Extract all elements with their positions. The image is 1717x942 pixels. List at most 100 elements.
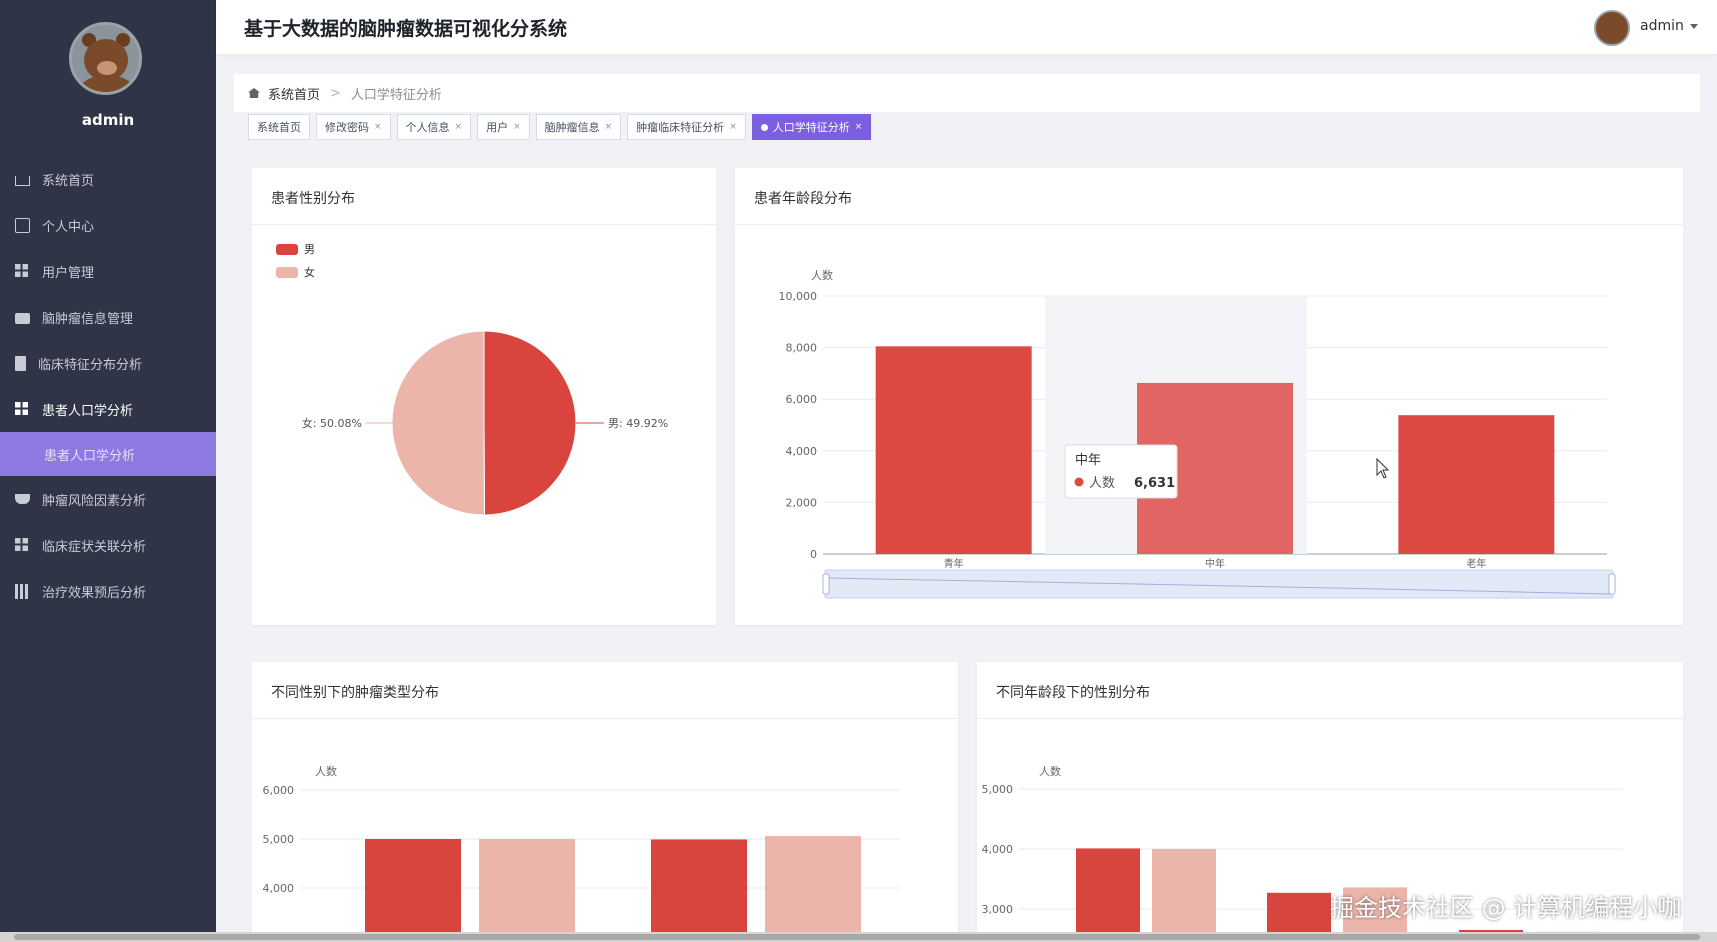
pie-label-male: 男: 49.92% [608, 417, 668, 430]
books-icon [15, 583, 30, 599]
tag-label: 肿瘤临床特征分析 [636, 121, 725, 134]
sidebar-item-home[interactable]: 系统首页 [0, 156, 216, 202]
sidebar-item-symptoms[interactable]: 临床症状关联分析 [0, 522, 216, 568]
sidebar-item-label: 肿瘤风险因素分析 [42, 493, 147, 509]
breadcrumb-separator: > [330, 85, 341, 101]
sidebar-item-tumor-info[interactable]: 脑肿瘤信息管理 [0, 294, 216, 340]
grid-icon [15, 263, 30, 279]
tag-user[interactable]: 用户 × [477, 114, 530, 140]
grid-icon [15, 401, 30, 417]
datazoom-handle-left[interactable] [822, 573, 830, 595]
tag-change-password[interactable]: 修改密码 × [316, 114, 391, 140]
tooltip-value: 6,631 [1134, 476, 1175, 491]
close-icon[interactable]: × [855, 122, 863, 132]
y-tick-label: 8,000 [786, 342, 818, 355]
tag-clinical-analysis[interactable]: 肿瘤临床特征分析 × [627, 114, 746, 140]
sidebar-item-label: 治疗效果预后分析 [42, 585, 147, 601]
y-tick-label: 4,000 [263, 882, 295, 895]
header-avatar[interactable] [1594, 10, 1630, 46]
sidebar-item-label: 临床症状关联分析 [42, 539, 147, 555]
tumor-by-gender-card: 不同性别下的肿瘤类型分布 人数 4,000 5,000 6,000 [252, 662, 958, 942]
sidebar-subitem-demographics[interactable]: 患者人口学分析 [0, 432, 216, 476]
x-tick-label: 老年 [1466, 557, 1486, 570]
gender-pie-chart: 男 女 男: 49.92% 女: 50.08% [276, 243, 668, 516]
sidebar-item-label: 脑肿瘤信息管理 [42, 311, 134, 327]
watermark: 掘金技术社区 @ 计算机编程小咖 [1330, 894, 1682, 922]
datazoom-slider[interactable] [824, 569, 1614, 599]
tag-home[interactable]: 系统首页 [248, 114, 310, 140]
sidebar-menu: 系统首页 个人中心 用户管理 脑肿瘤信息管理 临床特征分布分析 患者人口学分析 … [0, 156, 216, 614]
sidebar-item-label: 用户管理 [42, 265, 95, 281]
datazoom-handle-right[interactable] [1608, 573, 1616, 595]
bar[interactable] [1152, 849, 1216, 942]
mouse-cursor-icon [1376, 457, 1390, 479]
avatar[interactable] [69, 22, 142, 95]
gender-distribution-card: 患者性别分布 男 女 男: 49.92% 女: 50.08% [252, 168, 716, 625]
y-tick-label: 0 [810, 548, 817, 561]
breadcrumb-current: 人口学特征分析 [350, 87, 442, 103]
sidebar-item-label: 临床特征分布分析 [38, 357, 143, 373]
home-icon [248, 88, 260, 98]
briefcase-icon [15, 313, 30, 324]
tag-label: 个人信息 [405, 121, 450, 134]
age-distribution-card: 患者年龄段分布 人数 0 2,000 4,000 6,000 8,000 10,000 青… [735, 168, 1683, 625]
bar[interactable] [651, 839, 747, 942]
app-title: 基于大数据的脑肿瘤数据可视化分系统 [244, 18, 568, 40]
tooltip-series: 人数 [1089, 476, 1115, 491]
clipboard-icon [15, 355, 26, 371]
legend-swatch-male[interactable] [276, 244, 298, 255]
tag-label: 系统首页 [257, 121, 301, 134]
y-tick-label: 10,000 [779, 290, 818, 303]
tag-label: 脑肿瘤信息 [544, 121, 600, 134]
close-icon[interactable]: × [455, 122, 463, 132]
y-tick-label: 6,000 [786, 393, 818, 406]
legend-swatch-female[interactable] [276, 267, 298, 278]
sidebar-item-demographics[interactable]: 患者人口学分析 [0, 386, 216, 432]
pie-slice-female[interactable] [391, 330, 485, 516]
sidebar-item-prognosis[interactable]: 治疗效果预后分析 [0, 568, 216, 614]
legend-label-male[interactable]: 男 [304, 243, 315, 256]
tag-label: 人口学特征分析 [772, 121, 850, 134]
close-icon[interactable]: × [605, 122, 613, 132]
tag-personal-info[interactable]: 个人信息 × [396, 114, 472, 140]
bar-老年[interactable] [1398, 415, 1555, 554]
header-username[interactable]: admin [1640, 18, 1684, 34]
active-dot-icon [760, 123, 768, 131]
y-axis-label: 人数 [811, 269, 833, 282]
y-axis-label: 人数 [1039, 765, 1061, 778]
tooltip: 中年 人数 6,631 [1064, 444, 1178, 499]
tooltip-marker [1074, 477, 1084, 487]
breadcrumb: 系统首页 > 人口学特征分析 [234, 74, 1700, 112]
sidebar-item-personal[interactable]: 个人中心 [0, 202, 216, 248]
sidebar-item-label: 个人中心 [42, 219, 95, 235]
tag-demographics[interactable]: 人口学特征分析 × [751, 114, 872, 140]
y-axis-label: 人数 [315, 765, 337, 778]
sidebar: admin 系统首页 个人中心 用户管理 脑肿瘤信息管理 临床特征分布分析 患者… [0, 0, 216, 942]
bar[interactable] [1076, 848, 1140, 942]
pie-slice-male[interactable] [483, 330, 577, 516]
grid-icon [15, 537, 30, 553]
breadcrumb-home[interactable]: 系统首页 [268, 84, 320, 103]
y-tick-label: 5,000 [982, 783, 1014, 796]
sidebar-item-clinical[interactable]: 临床特征分布分析 [0, 340, 216, 386]
bar[interactable] [365, 839, 461, 942]
scrollbar-thumb[interactable] [14, 934, 1700, 940]
y-tick-label: 3,000 [982, 903, 1014, 916]
close-icon[interactable]: × [374, 122, 382, 132]
x-tick-label: 中年 [1205, 557, 1225, 570]
caret-down-icon[interactable] [1690, 24, 1698, 29]
close-icon[interactable]: × [729, 122, 737, 132]
card-icon [15, 217, 30, 233]
tag-tumor-info[interactable]: 脑肿瘤信息 × [535, 114, 622, 140]
pie-label-female: 女: 50.08% [302, 416, 362, 430]
y-tick-label: 4,000 [982, 843, 1014, 856]
bar-青年[interactable] [875, 346, 1032, 554]
sidebar-item-users[interactable]: 用户管理 [0, 248, 216, 294]
close-icon[interactable]: × [513, 122, 521, 132]
bar[interactable] [765, 836, 861, 942]
sidebar-item-risk[interactable]: 肿瘤风险因素分析 [0, 476, 216, 522]
sidebar-username: admin [81, 111, 135, 129]
legend-label-female[interactable]: 女 [304, 265, 315, 279]
y-tick-label: 5,000 [263, 833, 295, 846]
bar[interactable] [479, 839, 575, 942]
